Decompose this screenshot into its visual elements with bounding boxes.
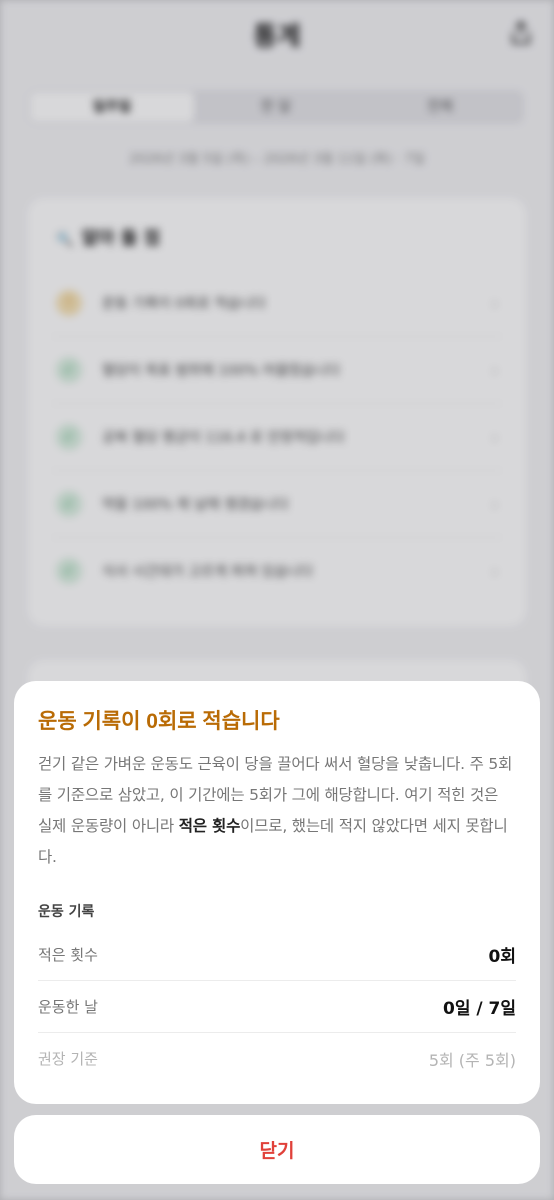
sheet-title: 운동 기록이 0회로 적습니다 <box>38 710 280 733</box>
stat-row-recommended: 권장 기준 5회 (주 5회) <box>38 1033 516 1084</box>
stat-row-logged-count: 적은 횟수 0회 <box>38 929 516 981</box>
sheet-description: 걷기 같은 가벼운 운동도 근육이 당을 끌어다 써서 혈당을 낮춥니다. 주 … <box>38 749 516 873</box>
section-label: 운동 기록 <box>38 904 95 920</box>
stat-value: 0일 / 7일 <box>443 999 516 1019</box>
stat-label: 운동한 날 <box>38 998 98 1016</box>
stat-label: 권장 기준 <box>38 1050 98 1068</box>
insight-detail-sheet: 운동 기록이 0회로 적습니다 걷기 같은 가벼운 운동도 근육이 당을 끌어다… <box>14 681 540 1104</box>
stat-row-exercise-days: 운동한 날 0일 / 7일 <box>38 981 516 1033</box>
stats-list: 적은 횟수 0회 운동한 날 0일 / 7일 권장 기준 5회 (주 5회) <box>38 929 516 1084</box>
stat-value: 5회 (주 5회) <box>428 1050 516 1070</box>
stat-label: 적은 횟수 <box>38 946 98 964</box>
stat-value: 0회 <box>488 947 516 967</box>
close-button[interactable]: 닫기 <box>14 1115 540 1184</box>
desc-emphasis: 적은 횟수 <box>178 817 241 835</box>
